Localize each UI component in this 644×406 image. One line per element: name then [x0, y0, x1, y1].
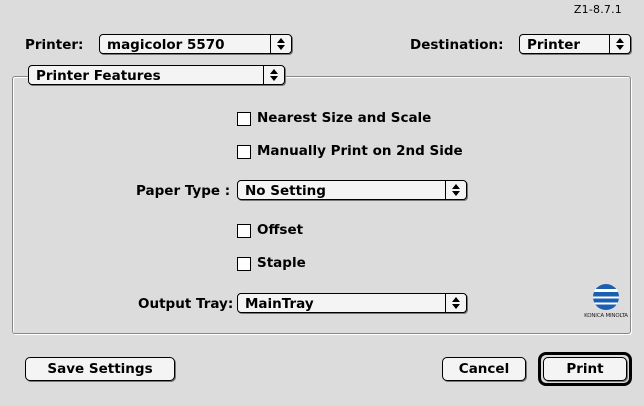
print-button[interactable]: Print	[543, 357, 627, 381]
destination-popup[interactable]: Printer	[519, 34, 631, 54]
panel-popup[interactable]: Printer Features	[28, 65, 285, 85]
checkbox-box[interactable]	[237, 145, 251, 159]
staple-label: Staple	[257, 255, 306, 271]
save-settings-button[interactable]: Save Settings	[25, 357, 175, 381]
offset-label: Offset	[257, 222, 304, 238]
output-tray-popup[interactable]: MainTray	[237, 293, 467, 313]
konica-minolta-globe-icon	[593, 284, 619, 310]
checkbox-box[interactable]	[237, 112, 251, 126]
destination-label: Destination:	[410, 37, 504, 53]
printer-label: Printer:	[25, 37, 84, 53]
output-tray-value: MainTray	[245, 296, 314, 312]
konica-minolta-logo: KONICA MINOLTA	[583, 284, 628, 324]
paper-type-value: No Setting	[245, 183, 326, 199]
cancel-button[interactable]: Cancel	[442, 357, 526, 381]
logo-brand-text: KONICA MINOLTA	[584, 313, 628, 319]
chevron-updown-icon	[445, 181, 466, 199]
panel-popup-value: Printer Features	[36, 68, 161, 84]
destination-popup-value: Printer	[527, 37, 581, 53]
checkbox-box[interactable]	[237, 224, 251, 238]
chevron-updown-icon	[445, 294, 466, 312]
chevron-updown-icon	[609, 35, 630, 53]
paper-type-popup[interactable]: No Setting	[237, 180, 467, 200]
checkbox-box[interactable]	[237, 257, 251, 271]
manual-duplex-label: Manually Print on 2nd Side	[257, 143, 463, 159]
printer-popup[interactable]: magicolor 5570	[99, 34, 292, 54]
chevron-updown-icon	[270, 35, 291, 53]
output-tray-label: Output Tray:	[138, 296, 234, 312]
printer-popup-value: magicolor 5570	[107, 37, 225, 53]
version-label: Z1-8.7.1	[573, 3, 622, 16]
chevron-updown-icon	[263, 66, 284, 84]
paper-type-label: Paper Type :	[136, 183, 231, 199]
nearest-size-label: Nearest Size and Scale	[257, 110, 432, 126]
